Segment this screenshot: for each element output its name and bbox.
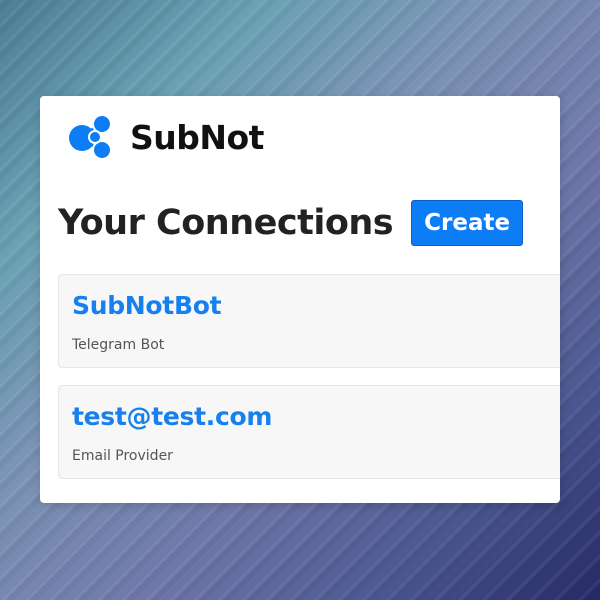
connection-type: Email Provider <box>72 448 173 464</box>
brand-name: SubNot <box>130 117 264 157</box>
connection-name[interactable]: SubNotBot <box>72 291 222 320</box>
connection-item[interactable]: SubNotBot Telegram Bot <box>58 274 560 368</box>
create-button[interactable]: Create <box>411 200 524 246</box>
connection-type: Telegram Bot <box>72 337 165 353</box>
main-card: SubNot Your Connections Create SubNotBot… <box>40 96 560 503</box>
connection-name[interactable]: test@test.com <box>72 402 272 431</box>
connected-circles-icon <box>69 114 112 160</box>
connection-item[interactable]: test@test.com Email Provider <box>58 385 560 479</box>
brand-header[interactable]: SubNot <box>66 112 264 162</box>
page-title: Your Connections <box>58 203 394 243</box>
heading-row: Your Connections Create <box>58 199 524 247</box>
